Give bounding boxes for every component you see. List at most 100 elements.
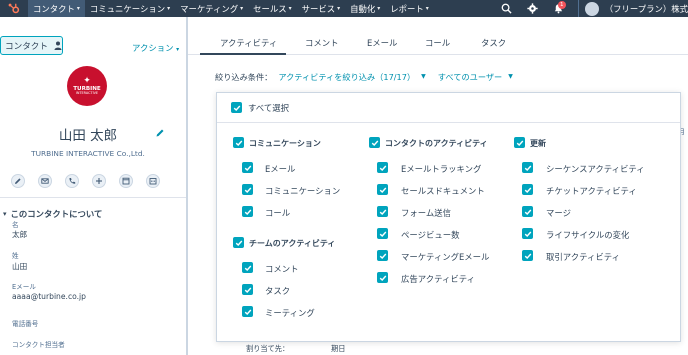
option-email-tracking[interactable]: Eメールトラッキング	[401, 163, 481, 175]
search-icon[interactable]	[494, 0, 520, 17]
nav-automation[interactable]: 自動化 ▾	[345, 0, 385, 17]
filter-activities-link[interactable]: アクティビティを絞り込み（17/17）	[278, 71, 415, 83]
phone-icon[interactable]	[65, 174, 79, 188]
group-checkbox-team-activity[interactable]	[233, 237, 244, 248]
checkbox-comment[interactable]	[242, 262, 253, 273]
checkbox-ad-activity[interactable]	[377, 272, 388, 283]
tab-calls[interactable]: コール	[425, 37, 450, 49]
activity-tabs: アクティビティ コメント Eメール コール タスク	[188, 17, 688, 55]
group-heading-team-activity[interactable]: チームのアクティビティ	[249, 238, 335, 249]
option-merge[interactable]: マージ	[546, 207, 571, 219]
hubspot-logo-icon[interactable]	[0, 0, 28, 17]
property-value-last-name[interactable]: 山田	[12, 261, 27, 272]
nav-reports[interactable]: レポート ▾	[385, 0, 434, 17]
task-icon[interactable]	[119, 174, 133, 188]
group-heading-contact-activity[interactable]: コンタクトのアクティビティ	[385, 138, 488, 149]
checkbox-merge[interactable]	[522, 206, 533, 217]
plus-icon[interactable]	[92, 174, 106, 188]
email-icon[interactable]	[38, 174, 52, 188]
select-all-checkbox[interactable]	[231, 102, 242, 113]
property-label-first-name: 名	[12, 221, 19, 229]
property-label-last-name: 姓	[12, 252, 19, 260]
nav-service[interactable]: サービス ▾	[297, 0, 346, 17]
edit-pencil-icon[interactable]	[155, 128, 165, 138]
property-value-first-name[interactable]: 太郎	[12, 229, 27, 240]
option-page-views[interactable]: ページビュー数	[401, 229, 459, 241]
checkbox-page-views[interactable]	[377, 228, 388, 239]
option-marketing-email[interactable]: マーケティングEメール	[401, 251, 489, 263]
quick-actions-row	[11, 174, 173, 188]
group-heading-updates[interactable]: 更新	[530, 138, 546, 149]
nav-sales[interactable]: セールス ▾	[248, 0, 297, 17]
option-ticket-activity[interactable]: チケットアクティビティ	[546, 185, 637, 197]
checkbox-call[interactable]	[242, 206, 253, 217]
option-call[interactable]: コール	[265, 207, 290, 219]
notifications-bell-icon[interactable]: 1	[546, 0, 572, 17]
checkbox-deal-activity[interactable]	[522, 250, 533, 261]
group-checkbox-updates[interactable]	[514, 137, 525, 148]
user-avatar[interactable]	[584, 1, 599, 16]
nav-label: コンタクト	[33, 3, 75, 14]
checkbox-meeting[interactable]	[242, 306, 253, 317]
checkbox-sequence-activity[interactable]	[522, 162, 533, 173]
chevron-down-icon: ▼	[421, 73, 426, 80]
logo-text-line2: INTERACTIVE	[75, 90, 99, 95]
actions-dropdown[interactable]: アクション ▾	[132, 42, 179, 54]
option-lifecycle-change[interactable]: ライフサイクルの変化	[546, 229, 629, 241]
checkbox-task[interactable]	[242, 284, 253, 295]
option-email[interactable]: Eメール	[265, 163, 295, 175]
about-section-heading: このコンタクトについて	[10, 209, 103, 219]
due-date-label: 期日	[331, 344, 346, 353]
option-sequence-activity[interactable]: シーケンスアクティビティ	[546, 163, 645, 175]
checkbox-form-submission[interactable]	[377, 206, 388, 217]
nav-marketing[interactable]: マーケティング ▾	[175, 0, 248, 17]
nav-conversations[interactable]: コミュニケーション ▾	[85, 0, 175, 17]
checkbox-communication[interactable]	[242, 184, 253, 195]
option-ad-activity[interactable]: 広告アクティビティ	[401, 273, 475, 285]
checkbox-email-tracking[interactable]	[377, 162, 388, 173]
active-tab-indicator	[200, 53, 286, 55]
checkbox-email[interactable]	[242, 162, 253, 173]
option-deal-activity[interactable]: 取引アクティビティ	[546, 251, 620, 263]
tab-notes[interactable]: コメント	[305, 37, 339, 49]
contact-sidebar: コンタクト アクション ▾ ✦ TURBINE INTERACTIVE 山田 太…	[0, 17, 188, 355]
tab-tasks[interactable]: タスク	[481, 37, 506, 49]
nav-divider	[577, 0, 579, 17]
chevron-down-icon: ▾	[377, 5, 381, 12]
option-sales-documents[interactable]: セールスドキュメント	[401, 185, 485, 197]
option-form-submission[interactable]: フォーム送信	[401, 207, 451, 219]
property-label-phone: 電話番号	[12, 320, 39, 328]
group-checkbox-communication[interactable]	[233, 137, 244, 148]
all-users-link[interactable]: すべてのユーザー	[438, 71, 502, 83]
checkbox-ticket-activity[interactable]	[522, 184, 533, 195]
checkbox-lifecycle-change[interactable]	[522, 228, 533, 239]
sidebar-divider	[0, 197, 186, 198]
checkbox-marketing-email[interactable]	[377, 250, 388, 261]
property-value-email[interactable]: aaaa@turbine.co.jp	[12, 292, 86, 301]
tab-emails[interactable]: Eメール	[367, 37, 397, 49]
filter-row: 絞り込み条件： アクティビティを絞り込み（17/17） ▼ すべてのユーザー ▼	[215, 71, 513, 83]
nav-contacts[interactable]: コンタクト ▾	[28, 0, 85, 17]
calendar-icon[interactable]	[146, 174, 160, 188]
settings-gear-icon[interactable]	[520, 0, 546, 17]
panel-divider	[217, 122, 680, 123]
edit-note-icon[interactable]	[11, 174, 25, 188]
option-meeting[interactable]: ミーティング	[265, 307, 315, 319]
nav-label: コミュニケーション	[89, 3, 166, 14]
option-task[interactable]: タスク	[265, 285, 290, 297]
group-heading-communication[interactable]: コミュニケーション	[249, 138, 321, 149]
top-navigation-bar: コンタクト ▾ コミュニケーション ▾ マーケティング ▾ セールス ▾ サービス ▾ 自…	[0, 0, 688, 17]
contact-name: 山田 太郎	[58, 128, 118, 144]
account-plan-label[interactable]: （フリープラン）株式	[605, 3, 688, 15]
tab-activity[interactable]: アクティビティ	[220, 37, 277, 49]
group-checkbox-contact-activity[interactable]	[369, 137, 380, 148]
option-communication[interactable]: コミュニケーション	[265, 185, 340, 197]
chevron-down-icon: ▾	[288, 5, 292, 12]
checkbox-sales-documents[interactable]	[377, 184, 388, 195]
select-all-label[interactable]: すべて選択	[248, 102, 289, 114]
option-comment[interactable]: コメント	[265, 263, 299, 275]
actions-label: アクション	[132, 43, 174, 53]
record-type-button[interactable]: コンタクト	[0, 36, 63, 55]
nav-label: 自動化	[350, 3, 376, 14]
assignee-label: 割り当て先：	[246, 344, 290, 353]
